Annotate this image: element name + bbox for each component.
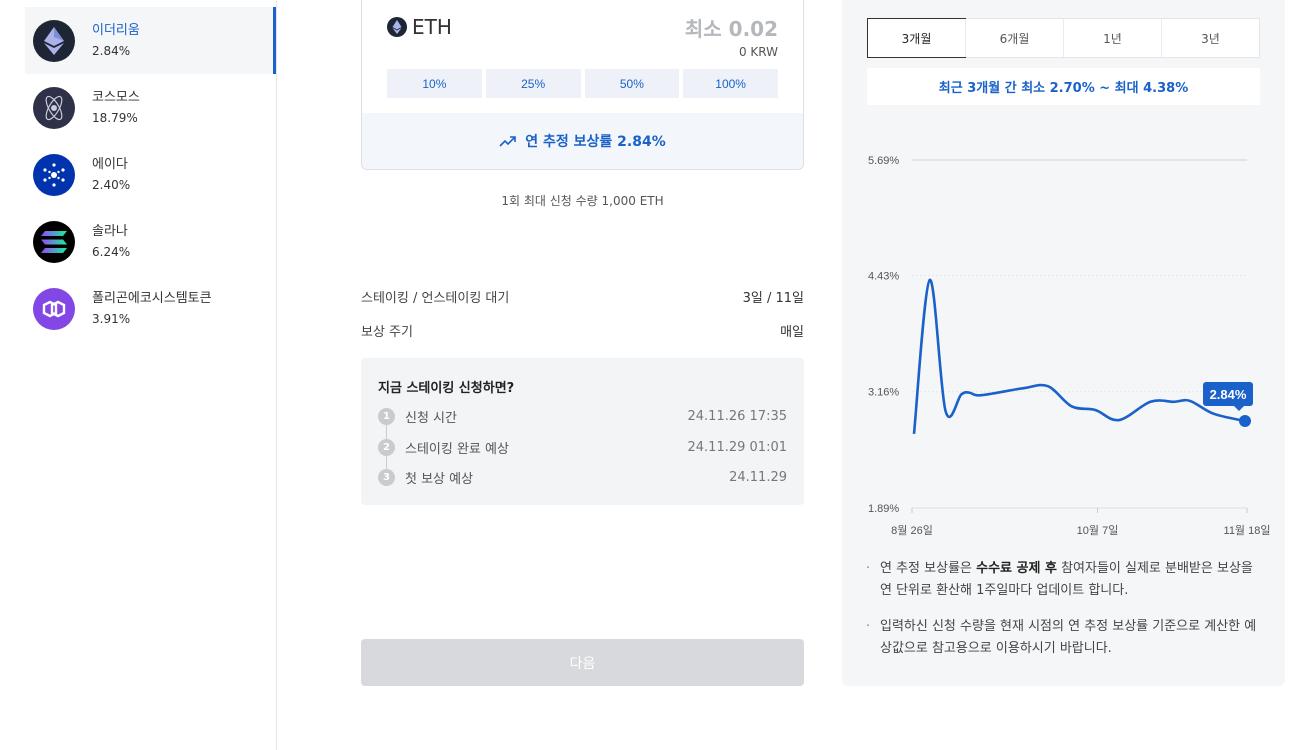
reward-cycle-label: 보상 주기 bbox=[361, 325, 413, 340]
badge-pointer bbox=[1234, 406, 1244, 411]
range-summary: 최근 3개월 간 최소 2.70% ~ 최대 4.38% bbox=[867, 68, 1260, 105]
sidebar-item-cardano[interactable]: 에이다 2.40% bbox=[25, 141, 276, 208]
trending-up-icon bbox=[499, 136, 517, 147]
percent-10-button[interactable]: 10% bbox=[387, 69, 482, 98]
reward-cycle-value: 매일 bbox=[780, 325, 804, 340]
wait-period-row: 스테이킹 / 언스테이킹 대기 3일 / 11일 bbox=[361, 287, 804, 306]
cardano-icon bbox=[33, 153, 75, 196]
step-number: 3 bbox=[378, 469, 395, 486]
tab-3-years[interactable]: 3년 bbox=[1161, 19, 1259, 57]
step-date: 24.11.29 01:01 bbox=[687, 440, 788, 455]
chart-grid bbox=[912, 159, 1247, 393]
note-text: 연 추정 보상률은 bbox=[880, 561, 977, 576]
staking-schedule-box: 지금 스테이킹 신청하면? 1 신청 시간 24.11.26 17:35 2 스… bbox=[361, 358, 804, 505]
x-tick-label: 8월 26일 bbox=[891, 523, 933, 537]
step-label: 스테이킹 완료 예상 bbox=[405, 442, 509, 457]
schedule-step: 2 스테이킹 완료 예상 24.11.29 01:01 bbox=[378, 438, 787, 457]
coin-rate: 6.24% bbox=[92, 244, 131, 259]
annual-reward-bar: 연 추정 보상률 2.84% bbox=[362, 113, 803, 169]
y-tick-label: 3.16% bbox=[868, 387, 899, 399]
step-date: 24.11.26 17:35 bbox=[687, 409, 788, 424]
schedule-step: 3 첫 보상 예상 24.11.29 bbox=[378, 468, 787, 487]
asset-ticker: ETH bbox=[412, 15, 452, 39]
step-label: 첫 보상 예상 bbox=[405, 472, 474, 487]
y-tick-label: 1.89% bbox=[868, 503, 899, 515]
schedule-title: 지금 스테이킹 신청하면? bbox=[378, 381, 515, 396]
cosmos-icon bbox=[33, 86, 75, 129]
coin-name: 코스모스 bbox=[92, 89, 140, 105]
wait-period-label: 스테이킹 / 언스테이킹 대기 bbox=[361, 291, 510, 306]
current-value-badge: 2.84% bbox=[1203, 382, 1253, 411]
tab-1-year[interactable]: 1년 bbox=[1063, 19, 1161, 57]
tab-6-months[interactable]: 6개월 bbox=[965, 19, 1063, 57]
y-tick-label: 5.69% bbox=[868, 155, 899, 167]
step-label: 신청 시간 bbox=[405, 411, 457, 426]
reward-rate-line bbox=[912, 278, 1246, 434]
step-connector bbox=[386, 425, 387, 439]
y-axis-ticks: 5.69% 4.43% 3.16% 1.89% bbox=[868, 155, 899, 515]
coin-name: 이더리움 bbox=[92, 22, 140, 38]
step-number: 2 bbox=[378, 439, 395, 456]
reward-rate-chart: 5.69% 4.43% 3.16% 1.89% 8월 26일 10월 7일 11월 18일… bbox=[868, 155, 1270, 537]
reward-cycle-row: 보상 주기 매일 bbox=[361, 321, 804, 340]
step-date: 24.11.29 bbox=[729, 470, 787, 485]
note-text: 입력하신 신청 수량을 현재 시점의 연 추정 보상률 기준으로 계산한 예상값… bbox=[880, 619, 1257, 656]
ethereum-icon bbox=[33, 19, 75, 62]
solana-icon bbox=[33, 220, 75, 263]
sidebar-item-cosmos[interactable]: 코스모스 18.79% bbox=[25, 74, 276, 141]
annual-reward-text: 연 추정 보상률 2.84% bbox=[525, 134, 666, 150]
x-axis-ticks: 8월 26일 10월 7일 11월 18일 bbox=[891, 508, 1270, 537]
ethereum-icon bbox=[387, 17, 407, 37]
next-button[interactable]: 다음 bbox=[361, 639, 804, 686]
coin-rate: 2.84% bbox=[92, 43, 131, 58]
sidebar-item-ethereum[interactable]: 이더리움 2.84% bbox=[25, 7, 276, 74]
percent-25-button[interactable]: 25% bbox=[485, 69, 581, 98]
asset-selector[interactable]: ETH bbox=[387, 15, 452, 39]
sidebar-item-solana[interactable]: 솔라나 6.24% bbox=[25, 208, 276, 275]
note-item: 연 추정 보상률은 수수료 공제 후 참여자들이 실제로 분배받은 보상을 연 … bbox=[866, 558, 1266, 602]
stake-input-card: ETH 최소 0.02 0 KRW 10% 25% 50% 100% 연 추정 … bbox=[361, 0, 804, 170]
coin-name: 폴리곤에코시스템토큰 bbox=[92, 290, 212, 306]
period-tabs: 3개월 6개월 1년 3년 bbox=[867, 18, 1260, 58]
polygon-icon bbox=[33, 287, 75, 330]
coin-sidebar: 이더리움 2.84% 코스모스 18.79% 에이다 2.40% 솔라나 6.2… bbox=[0, 0, 277, 750]
percent-buttons: 10% 25% 50% 100% bbox=[387, 69, 778, 98]
sidebar-item-polygon[interactable]: 폴리곤에코시스템토큰 3.91% bbox=[25, 275, 276, 342]
notes: 연 추정 보상률은 수수료 공제 후 참여자들이 실제로 분배받은 보상을 연 … bbox=[866, 558, 1266, 660]
step-number: 1 bbox=[378, 408, 395, 425]
coin-rate: 3.91% bbox=[92, 311, 131, 326]
coin-rate: 2.40% bbox=[92, 177, 131, 192]
coin-rate: 18.79% bbox=[92, 110, 138, 125]
note-item: 입력하신 신청 수량을 현재 시점의 연 추정 보상률 기준으로 계산한 예상값… bbox=[866, 616, 1266, 660]
tab-3-months[interactable]: 3개월 bbox=[867, 18, 966, 58]
wait-period-value: 3일 / 11일 bbox=[742, 291, 804, 306]
max-amount-note: 1회 최대 신청 수량 1,000 ETH bbox=[501, 194, 664, 208]
note-bold: 수수료 공제 후 bbox=[976, 561, 1057, 576]
krw-value: 0 KRW bbox=[738, 45, 778, 59]
percent-50-button[interactable]: 50% bbox=[584, 69, 680, 98]
x-tick-label: 11월 18일 bbox=[1224, 523, 1271, 537]
percent-100-button[interactable]: 100% bbox=[683, 69, 778, 98]
coin-name: 솔라나 bbox=[92, 223, 128, 239]
step-connector bbox=[386, 455, 387, 469]
y-tick-label: 4.43% bbox=[868, 270, 899, 282]
current-value-label: 2.84% bbox=[1210, 387, 1247, 402]
current-value-dot bbox=[1239, 415, 1251, 427]
schedule-step: 1 신청 시간 24.11.26 17:35 bbox=[378, 407, 787, 426]
amount-input[interactable]: 최소 0.02 bbox=[685, 13, 778, 42]
x-tick-label: 10월 7일 bbox=[1077, 523, 1119, 537]
coin-name: 에이다 bbox=[92, 156, 128, 172]
